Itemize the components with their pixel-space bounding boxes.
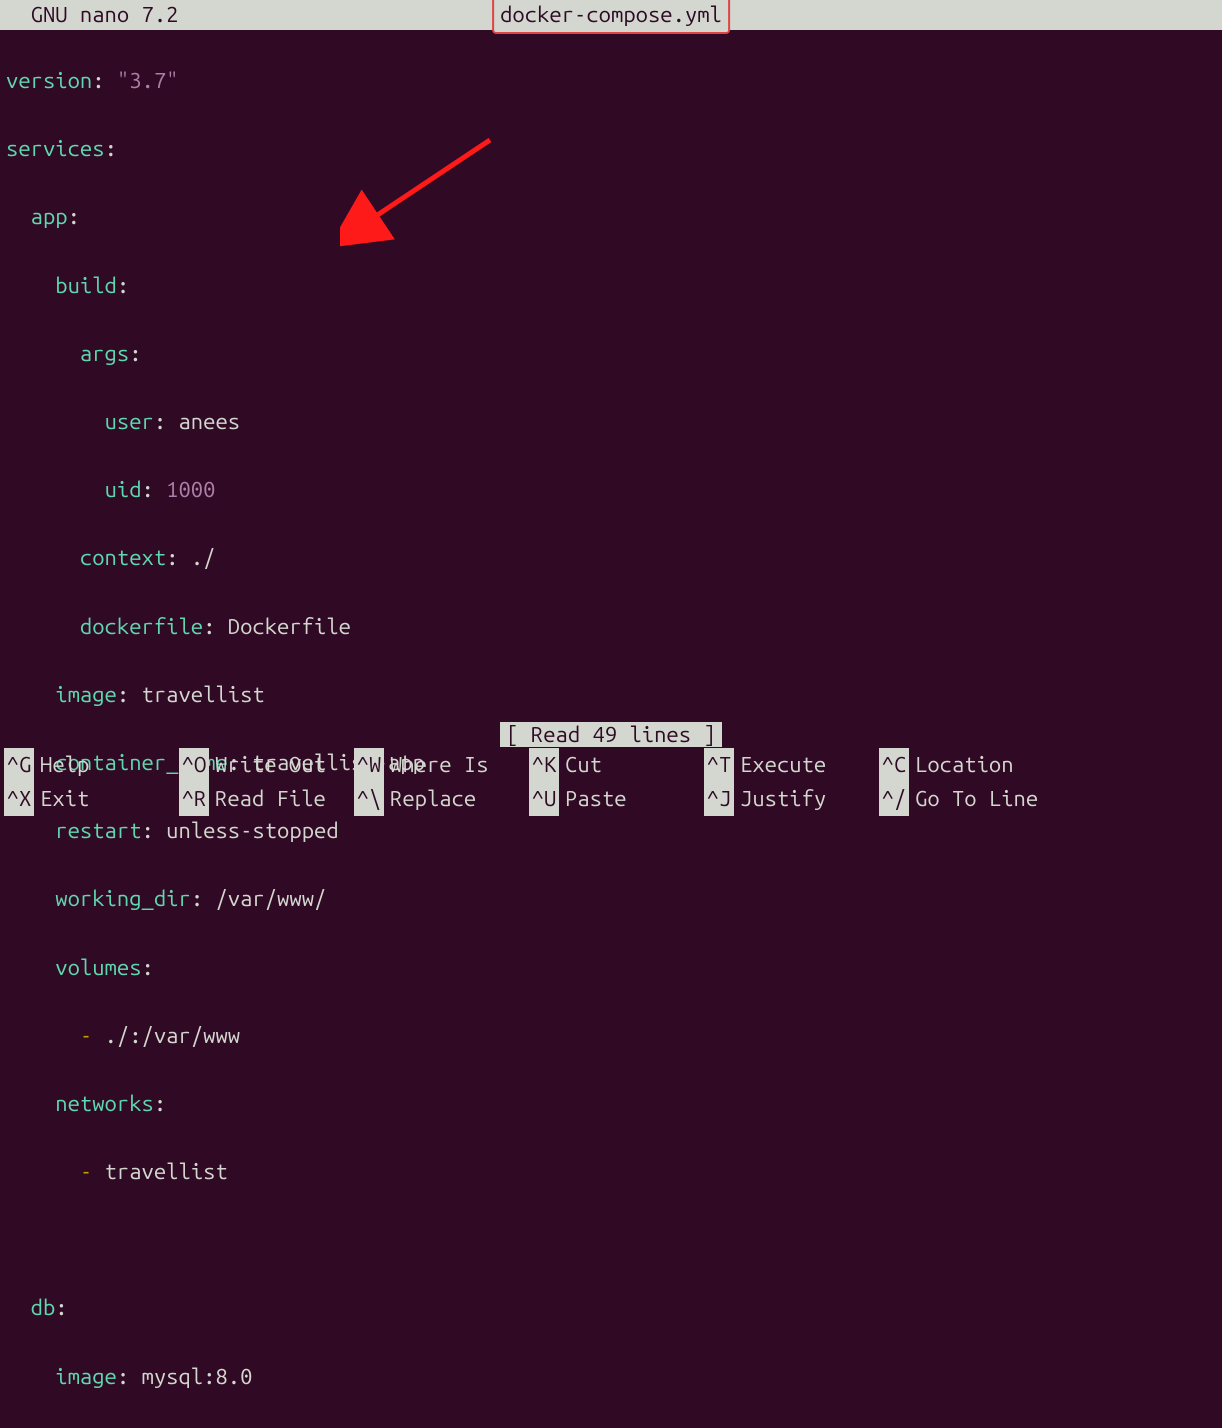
code-line: working_dir: /var/www/ (6, 882, 1216, 916)
shortcut-exit[interactable]: ^XExit (4, 782, 179, 816)
code-line: build: (6, 269, 1216, 303)
code-line: uid: 1000 (6, 473, 1216, 507)
shortcut-cut[interactable]: ^KCut (529, 748, 704, 782)
code-line: args: (6, 337, 1216, 371)
shortcut-location[interactable]: ^CLocation (879, 748, 1054, 782)
code-line: version: "3.7" (6, 64, 1216, 98)
code-line: volumes: (6, 951, 1216, 985)
code-line: - ./:/var/www (6, 1019, 1216, 1053)
code-line: context: ./ (6, 541, 1216, 575)
shortcut-row: ^GHelp ^OWrite Out ^WWhere Is ^KCut ^TEx… (4, 748, 1218, 782)
filename-highlight-box: docker-compose.yml (492, 0, 730, 34)
app-name: GNU nano 7.2 (6, 0, 178, 32)
shortcut-help[interactable]: ^GHelp (4, 748, 179, 782)
shortcut-row: ^XExit ^RRead File ^\Replace ^UPaste ^JJ… (4, 782, 1218, 816)
shortcut-execute[interactable]: ^TExecute (704, 748, 879, 782)
code-line: db: (6, 1291, 1216, 1325)
code-line: networks: (6, 1087, 1216, 1121)
filename: docker-compose.yml (500, 2, 722, 27)
status-text: [ Read 49 lines ] (500, 722, 721, 747)
shortcut-paste[interactable]: ^UPaste (529, 782, 704, 816)
code-line: - travellist (6, 1155, 1216, 1189)
code-line: app: (6, 200, 1216, 234)
shortcut-gotoline[interactable]: ^/Go To Line (879, 782, 1054, 816)
shortcut-writeout[interactable]: ^OWrite Out (179, 748, 354, 782)
shortcut-justify[interactable]: ^JJustify (704, 782, 879, 816)
code-line: user: anees (6, 405, 1216, 439)
code-line: services: (6, 132, 1216, 166)
shortcut-replace[interactable]: ^\Replace (354, 782, 529, 816)
code-line: dockerfile: Dockerfile (6, 610, 1216, 644)
shortcut-whereis[interactable]: ^WWhere Is (354, 748, 529, 782)
code-line: image: travellist (6, 678, 1216, 712)
shortcut-readfile[interactable]: ^RRead File (179, 782, 354, 816)
code-line (6, 1223, 1216, 1257)
shortcut-bar: ^GHelp ^OWrite Out ^WWhere Is ^KCut ^TEx… (0, 748, 1222, 820)
nano-titlebar: GNU nano 7.2 docker-compose.yml (0, 0, 1222, 30)
code-line: image: mysql:8.0 (6, 1360, 1216, 1394)
